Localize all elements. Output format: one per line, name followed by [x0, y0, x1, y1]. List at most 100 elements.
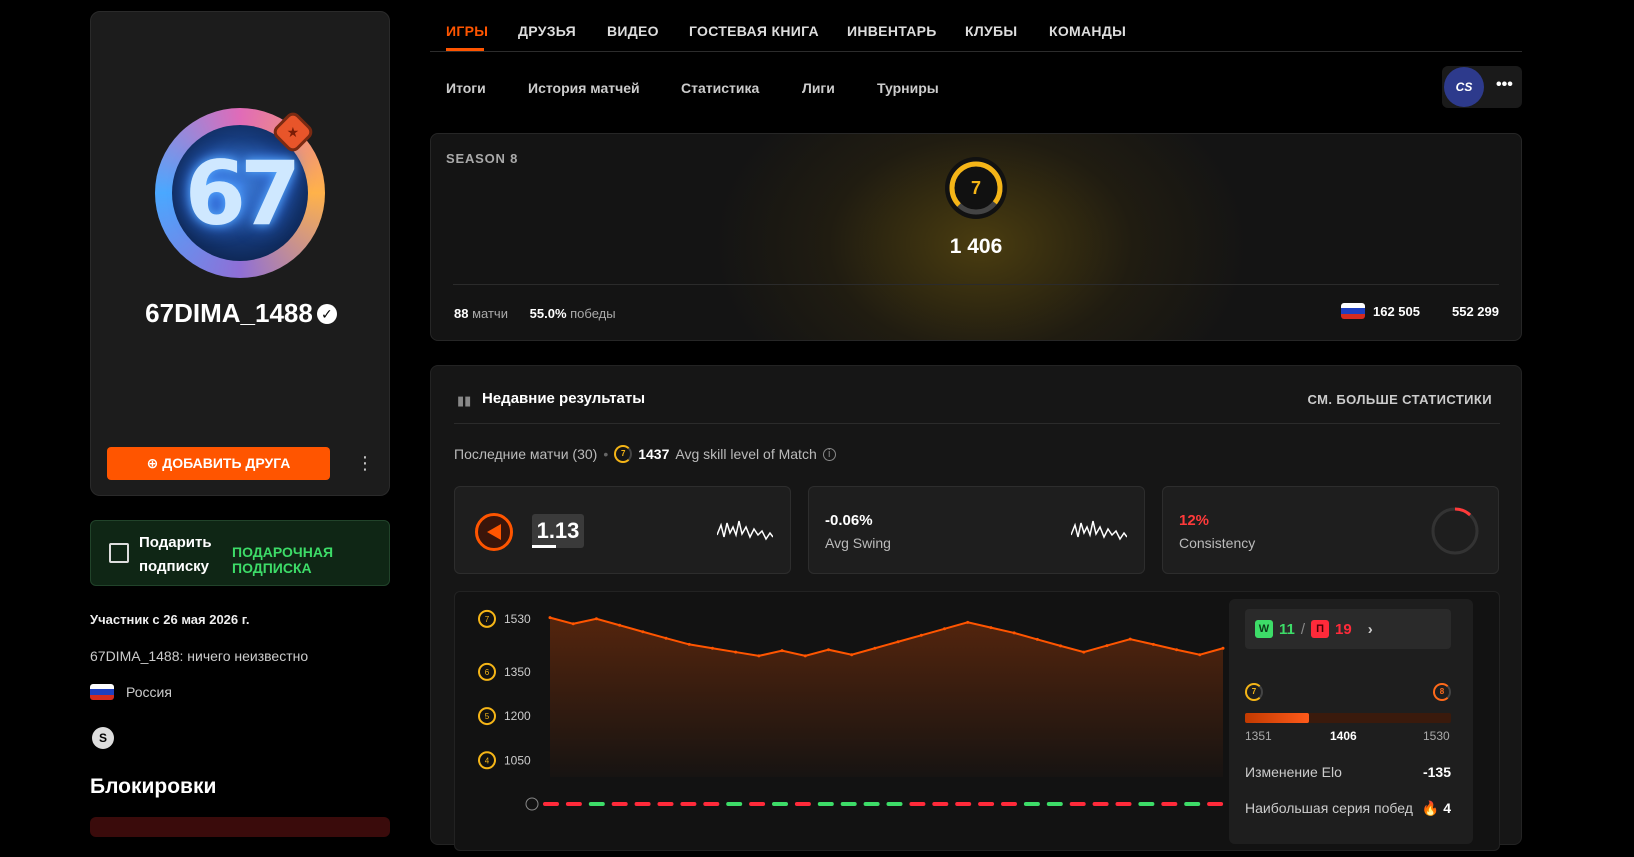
username: 67DIMA_1488: [145, 298, 313, 328]
matches-count: 88: [454, 306, 469, 321]
gift-title: Подарить подписку: [139, 534, 212, 575]
subtab-tournaments[interactable]: Турниры: [877, 80, 939, 96]
elo-point: [1198, 653, 1202, 657]
winrate-value: 55.0%: [529, 306, 567, 321]
elo-point: [734, 650, 738, 654]
y-tick-level: 4: [485, 756, 490, 765]
match-result-win: [1138, 802, 1155, 806]
consistency-ring: [1431, 507, 1479, 555]
level-number: 7: [971, 178, 981, 198]
subtab-summary[interactable]: Итоги: [446, 80, 486, 96]
swing-card: -0.06% Avg Swing: [808, 486, 1145, 574]
avg-skill-label: Avg skill level of Match: [675, 446, 817, 462]
elo-point: [571, 622, 575, 626]
ranking: 162 505 552 299: [1341, 303, 1499, 319]
match-result-loss: [657, 802, 674, 806]
y-tick-label: 1050: [504, 753, 531, 767]
tab-video[interactable]: ВИДЕО: [607, 23, 659, 39]
global-rank[interactable]: 552 299: [1452, 304, 1499, 319]
info-icon: [525, 797, 539, 811]
season-card: SEASON 8 7 1 406 88 матчи 55.0% победы 1…: [430, 133, 1522, 341]
more-options-icon[interactable]: ⋮: [356, 453, 374, 474]
range-high: 1530: [1423, 729, 1450, 743]
win-badge: W: [1255, 620, 1273, 638]
tab-games[interactable]: ИГРЫ: [446, 23, 488, 39]
tab-clubs[interactable]: КЛУБЫ: [965, 23, 1017, 39]
range-low: 1351: [1245, 729, 1272, 743]
see-more-stats-link[interactable]: СМ. БОЛЬШЕ СТАТИСТИКИ: [1308, 392, 1492, 407]
match-result-loss: [611, 802, 628, 806]
match-result-loss: [749, 802, 766, 806]
tab-teams[interactable]: КОМАНДЫ: [1049, 23, 1126, 39]
bar-chart-icon: ▮▮: [457, 393, 472, 408]
match-result-loss: [978, 802, 995, 806]
kd-underline: [532, 545, 556, 548]
skill-level-7-icon: 7: [945, 157, 1007, 219]
swing-sparkline: [1071, 520, 1127, 541]
consistency-label: Consistency: [1179, 535, 1256, 551]
tab-guestbook[interactable]: ГОСТЕВАЯ КНИГА: [689, 23, 819, 39]
profile-bio: 67DIMA_1488: ничего неизвестно: [90, 648, 309, 664]
match-result-win: [863, 802, 880, 806]
elo-point: [548, 616, 552, 620]
match-result-win: [726, 802, 743, 806]
verified-icon: ✓: [316, 304, 337, 324]
divider: [453, 284, 1499, 285]
subtab-statistics[interactable]: Статистика: [681, 80, 759, 96]
match-result-win: [1046, 802, 1063, 806]
tab-inventory[interactable]: ИНВЕНТАРЬ: [847, 23, 937, 39]
elo-point: [1012, 631, 1016, 635]
elo-point: [641, 630, 645, 634]
loss-badge: П: [1311, 620, 1330, 638]
more-games-icon[interactable]: •••: [1496, 76, 1513, 94]
subtab-match-history[interactable]: История матчей: [528, 80, 640, 96]
wins-count: 11: [1279, 620, 1295, 638]
swing-value: -0.06%: [825, 512, 873, 529]
elo-point: [1082, 650, 1086, 654]
info-icon[interactable]: i: [822, 447, 836, 461]
elo-point: [618, 623, 622, 627]
elo-point: [780, 649, 784, 653]
win-streak-label: Наибольшая серия побед: [1245, 800, 1413, 816]
subtab-leagues[interactable]: Лиги: [802, 80, 835, 96]
elo-point: [896, 640, 900, 644]
elo-change-value: -135: [1422, 764, 1451, 780]
winrate-label: победы: [570, 306, 616, 321]
add-friend-button[interactable]: ⊕ ДОБАВИТЬ ДРУГА: [107, 447, 330, 480]
game-switcher[interactable]: CS •••: [1442, 66, 1522, 108]
match-result-loss: [955, 802, 972, 806]
elo-point: [594, 617, 598, 621]
elo-point: [1128, 637, 1132, 641]
cs2-game-icon[interactable]: CS: [1444, 67, 1484, 107]
y-tick: 7 1530: [478, 609, 531, 628]
match-result-loss: [794, 802, 811, 806]
match-summary-panel: W 11 / П 19 › 7 8 1351 1406 1530 Изменен…: [1229, 599, 1473, 844]
blocks-panel: [90, 817, 390, 837]
y-tick: 4 1050: [478, 751, 531, 770]
steam-icon[interactable]: S: [92, 727, 114, 749]
match-result-loss: [932, 802, 949, 806]
elo-chart-svg: 7 1530 6 1350 5 1200 4 1050: [478, 609, 1225, 811]
avatar[interactable]: 67 ★: [155, 108, 325, 278]
gift-subscription-banner[interactable]: Подарить подписку ПОДАРОЧНАЯ ПОДПИСКА: [90, 520, 390, 586]
match-result-loss: [1069, 802, 1086, 806]
country-name: Россия: [126, 684, 172, 700]
win-streak-value: 🔥 4: [1421, 800, 1451, 816]
dot-separator: •: [603, 446, 609, 462]
elo-change-label: Изменение Elo: [1245, 764, 1342, 780]
tab-friends[interactable]: ДРУЗЬЯ: [518, 23, 576, 39]
y-tick-level: 6: [485, 668, 490, 677]
y-tick: 6 1350: [478, 662, 531, 681]
gift-subscription-link[interactable]: ПОДАРОЧНАЯ ПОДПИСКА: [232, 544, 389, 576]
separator: /: [1300, 620, 1306, 638]
win-loss-summary[interactable]: W 11 / П 19 ›: [1245, 609, 1451, 649]
username-heading: 67DIMA_1488 ✓: [91, 298, 391, 329]
match-result-win: [772, 802, 788, 806]
match-result-loss: [1001, 802, 1017, 806]
country-rank[interactable]: 162 505: [1373, 304, 1420, 319]
elo-point: [1059, 644, 1063, 648]
consistency-card: 12% Consistency: [1162, 486, 1499, 574]
results-title: Недавние результаты: [482, 390, 646, 407]
match-result-loss: [1092, 802, 1109, 806]
blocks-heading: Блокировки: [90, 775, 217, 798]
